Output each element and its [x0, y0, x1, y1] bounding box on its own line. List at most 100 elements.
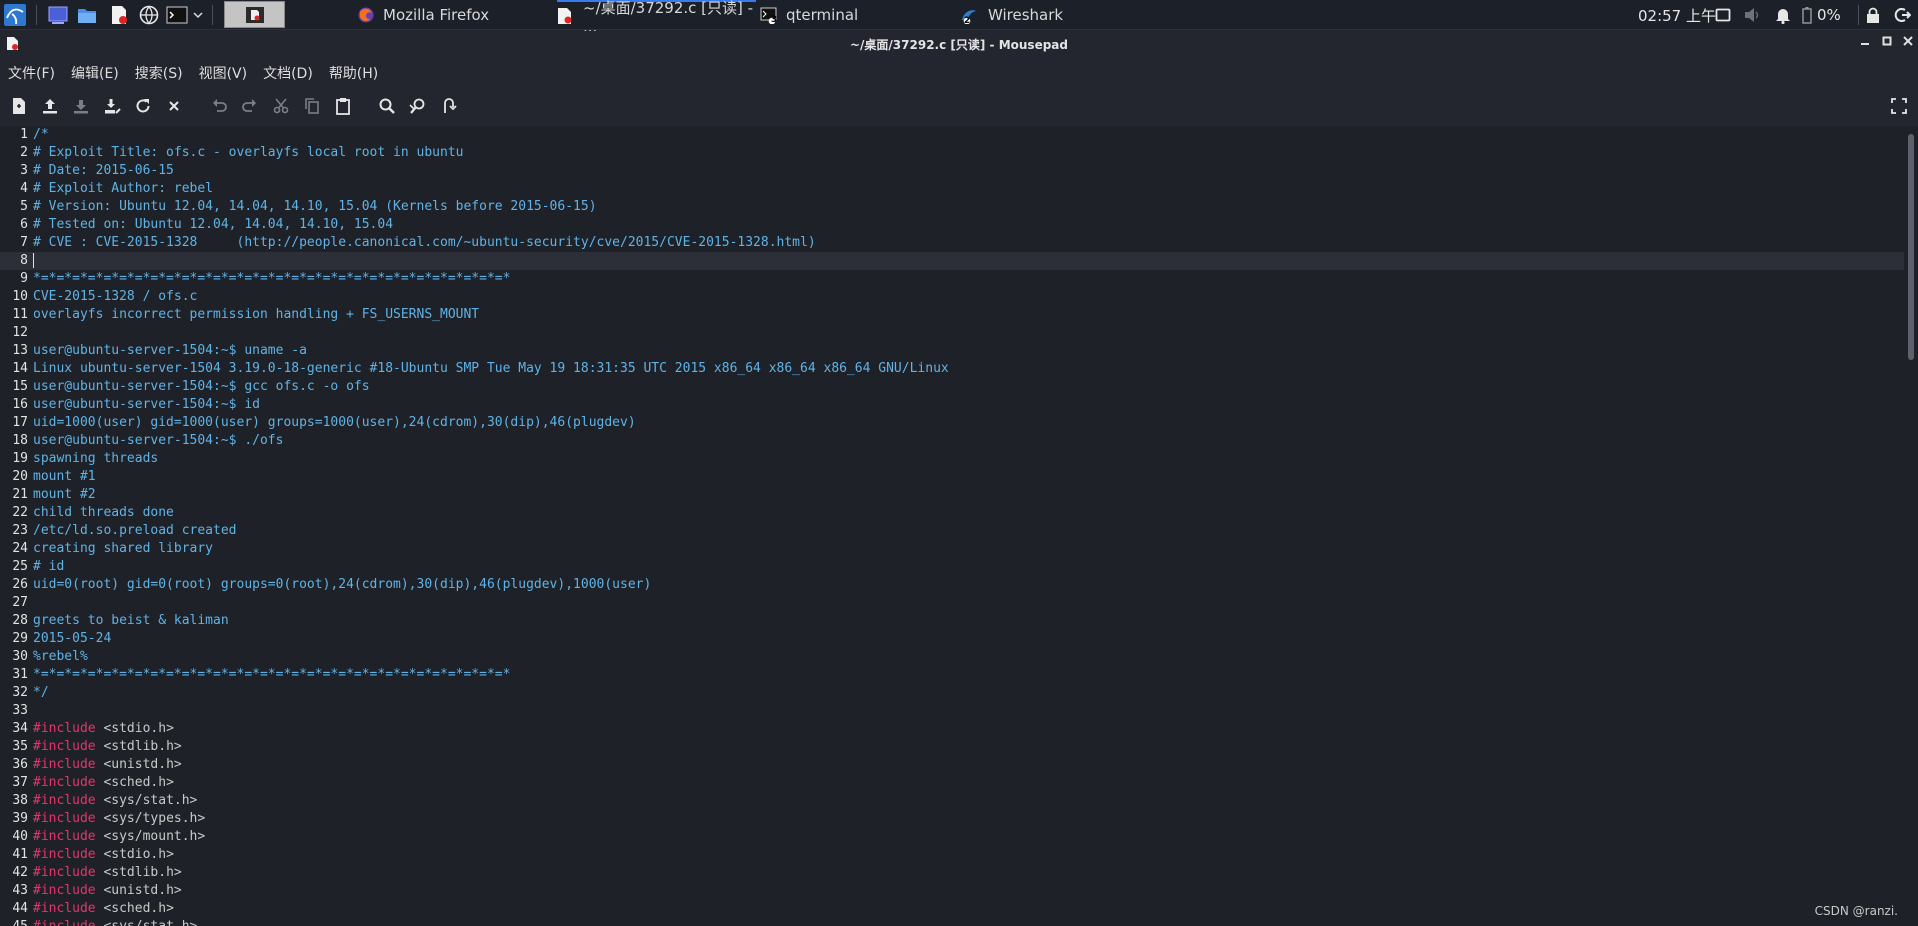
code-line[interactable]: 2 # Exploit Title: ofs.c - overlayfs loca… [0, 144, 1904, 162]
code-line[interactable]: 14 Linux ubuntu-server-1504 3.19.0-18-gen… [0, 360, 1904, 378]
code-line[interactable]: 15 user@ubuntu-server-1504:~$ gcc ofs.c -… [0, 378, 1904, 396]
search-icon[interactable] [376, 95, 398, 117]
menu-help[interactable]: 帮助(H) [329, 63, 378, 83]
code-line[interactable]: 16 user@ubuntu-server-1504:~$ id [0, 396, 1904, 414]
code-line[interactable]: 28 greets to beist & kaliman [0, 612, 1904, 630]
undo-icon[interactable] [208, 95, 230, 117]
code-line[interactable]: 1 /* [0, 126, 1904, 144]
logout-icon[interactable] [1891, 4, 1913, 26]
window-titlebar[interactable]: ~/桌面/37292.c [只读] - Mousepad [0, 31, 1918, 57]
terminal-launcher-icon[interactable] [166, 4, 188, 26]
menu-search[interactable]: 搜索(S) [135, 63, 183, 83]
maximize-button[interactable] [1879, 35, 1895, 51]
task-mousepad[interactable]: ~/桌面/37292.c [只读] - ... [557, 0, 756, 36]
code-line[interactable]: 33 [0, 702, 1904, 720]
file-manager-icon[interactable] [76, 4, 98, 26]
code-line[interactable]: 22 child threads done [0, 504, 1904, 522]
close-button[interactable] [1900, 35, 1916, 51]
open-file-icon[interactable] [39, 95, 61, 117]
workspace-switcher[interactable] [224, 1, 285, 28]
code-line[interactable]: 19 spawning threads [0, 450, 1904, 468]
code-line[interactable]: 4 # Exploit Author: rebel [0, 180, 1904, 198]
minimize-button[interactable] [1857, 35, 1873, 51]
display-icon[interactable] [1712, 4, 1734, 26]
code-line[interactable]: 45 #include <sys/stat.h> [0, 918, 1904, 926]
code-line[interactable]: 41 #include <stdio.h> [0, 846, 1904, 864]
task-wireshark[interactable]: 2 Wireshark [960, 0, 1155, 30]
code-line[interactable]: 23/etc/ld.so.preload created [0, 522, 1904, 540]
line-number: 16 [12, 397, 28, 412]
lock-icon[interactable] [1862, 4, 1884, 26]
task-qterminal[interactable]: 3 qterminal [760, 0, 955, 30]
code-line[interactable]: 17 uid=1000(user) gid=1000(user) groups=1… [0, 414, 1904, 432]
text-editor-area[interactable]: 1 /* 2 # Exploit Title: ofs.c - overlayfs l… [0, 126, 1918, 926]
volume-icon[interactable] [1741, 4, 1763, 26]
code-line[interactable]: 5 # Version: Ubuntu 12.04, 14.04, 14.10, … [0, 198, 1904, 216]
code-line[interactable]: 7 # CVE : CVE-2015-1328 (http://people.ca… [0, 234, 1904, 252]
menu-document[interactable]: 文档(D) [263, 63, 313, 83]
find-replace-icon[interactable] [407, 95, 429, 117]
code-line[interactable]: 9 *=*=*=*=*=*=*=*=*=*=*=*=*=*=*=*=*=*=*=*… [0, 270, 1904, 288]
code-line[interactable]: 32 */ [0, 684, 1904, 702]
line-content: mount #2 [33, 487, 96, 502]
menu-edit[interactable]: 编辑(E) [71, 63, 119, 83]
reload-icon[interactable] [132, 95, 154, 117]
code-line[interactable]: 30 %rebel% [0, 648, 1904, 666]
desktop-icon[interactable] [47, 4, 69, 26]
go-to-line-icon[interactable] [438, 95, 460, 117]
save-icon[interactable] [70, 95, 92, 117]
browser-globe-icon[interactable] [138, 4, 160, 26]
line-number: 4 [20, 181, 28, 196]
menu-file[interactable]: 文件(F) [8, 63, 55, 83]
code-view[interactable]: 1 /* 2 # Exploit Title: ofs.c - overlayfs l… [0, 126, 1904, 926]
code-line[interactable]: 31 *=*=*=*=*=*=*=*=*=*=*=*=*=*=*=*=*=*=*=… [0, 666, 1904, 684]
copy-icon[interactable] [301, 95, 323, 117]
code-line[interactable]: 6 # Tested on: Ubuntu 12.04, 14.04, 14.10… [0, 216, 1904, 234]
code-line[interactable]: 10 CVE-2015-1328 / ofs.c [0, 288, 1904, 306]
close-document-icon[interactable] [163, 95, 185, 117]
code-line[interactable]: 44 #include <sched.h> [0, 900, 1904, 918]
menu-view[interactable]: 视图(V) [199, 63, 248, 83]
scrollbar-thumb[interactable] [1908, 134, 1914, 360]
code-line[interactable]: 18 user@ubuntu-server-1504:~$ ./ofs [0, 432, 1904, 450]
code-line[interactable]: 27 [0, 594, 1904, 612]
code-line[interactable]: 8 [0, 252, 1904, 270]
fullscreen-icon[interactable] [1888, 95, 1910, 117]
line-text: /etc/ld.so.preload created [33, 522, 237, 540]
code-line[interactable]: 26 uid=0(root) gid=0(root) groups=0(root)… [0, 576, 1904, 594]
clock[interactable]: 02:57 上午 [1638, 0, 1716, 30]
code-line[interactable]: 43 #include <unistd.h> [0, 882, 1904, 900]
code-line[interactable]: 38 #include <sys/stat.h> [0, 792, 1904, 810]
code-line[interactable]: 42 #include <stdlib.h> [0, 864, 1904, 882]
line-text: #include <unistd.h> [33, 756, 182, 774]
bell-icon[interactable] [1772, 4, 1794, 26]
code-line[interactable]: 20 mount #1 [0, 468, 1904, 486]
redo-icon[interactable] [239, 95, 261, 117]
code-line[interactable]: 12 [0, 324, 1904, 342]
save-as-icon[interactable] [101, 95, 123, 117]
code-line[interactable]: 24 creating shared library [0, 540, 1904, 558]
task-firefox[interactable]: Mozilla Firefox [357, 0, 552, 30]
code-line[interactable]: 29 2015-05-24 [0, 630, 1904, 648]
code-line[interactable]: 39 #include <sys/types.h> [0, 810, 1904, 828]
code-line[interactable]: 35 #include <stdlib.h> [0, 738, 1904, 756]
cut-icon[interactable] [270, 95, 292, 117]
code-line[interactable]: 11 overlayfs incorrect permission handlin… [0, 306, 1904, 324]
code-line[interactable]: 40 #include <sys/mount.h> [0, 828, 1904, 846]
chevron-down-icon[interactable] [191, 4, 205, 26]
kali-menu-icon[interactable] [3, 4, 27, 26]
text-editor-icon[interactable] [108, 4, 130, 26]
code-line[interactable]: 34 #include <stdio.h> [0, 720, 1904, 738]
code-line[interactable]: 3 # Date: 2015-06-15 [0, 162, 1904, 180]
preprocessor-keyword: #include [33, 829, 96, 844]
window-title: ~/桌面/37292.c [只读] - Mousepad [849, 38, 1068, 52]
paste-icon[interactable] [332, 95, 354, 117]
code-line[interactable]: 36 #include <unistd.h> [0, 756, 1904, 774]
code-line[interactable]: 21 mount #2 [0, 486, 1904, 504]
new-document-icon[interactable] [8, 95, 30, 117]
code-line[interactable]: 25 # id [0, 558, 1904, 576]
vertical-scrollbar[interactable] [1904, 126, 1918, 926]
code-line[interactable]: 37 #include <sched.h> [0, 774, 1904, 792]
battery-icon[interactable] [1800, 4, 1814, 26]
code-line[interactable]: 13 user@ubuntu-server-1504:~$ uname -a [0, 342, 1904, 360]
